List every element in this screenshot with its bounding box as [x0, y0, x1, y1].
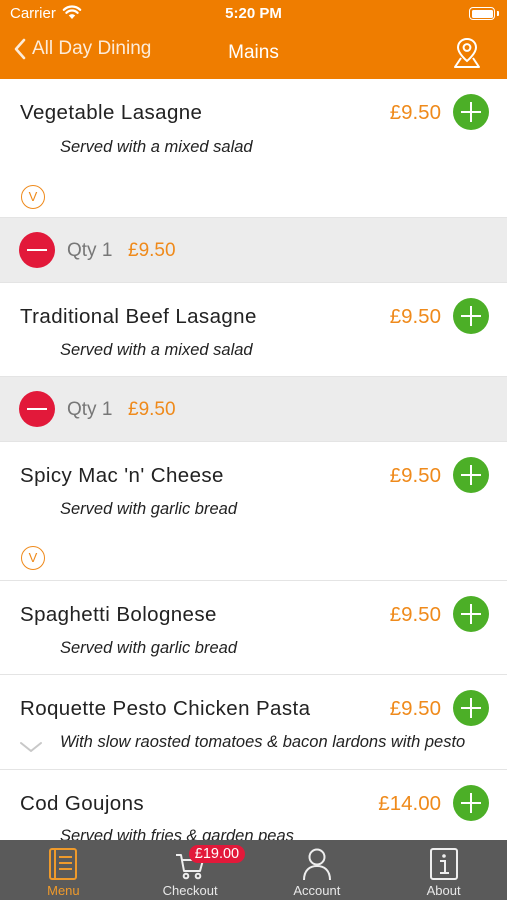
add-button[interactable] [453, 785, 489, 821]
item-price: £9.50 [389, 603, 441, 626]
quantity-price: £9.50 [128, 399, 176, 420]
add-button[interactable] [453, 298, 489, 334]
add-button[interactable] [453, 457, 489, 493]
vegetarian-badge: V [21, 546, 45, 570]
item-description: Served with a mixed salad [60, 341, 253, 359]
item-price: £9.50 [389, 305, 441, 328]
item-description: Served with a mixed salad [60, 138, 253, 156]
menu-item-cod-goujons: Cod Goujons £14.00 Served with fries & g… [0, 770, 507, 840]
info-icon [429, 848, 458, 880]
quantity-price: £9.50 [128, 240, 176, 261]
item-name: Cod Goujons [20, 792, 145, 815]
tab-label: About [426, 883, 461, 898]
item-description: Served with garlic bread [60, 500, 238, 518]
menu-item-traditional-beef-lasagne: Traditional Beef Lasagne £9.50 Served wi… [0, 283, 507, 377]
tab-label: Checkout [162, 883, 218, 898]
expand-chevron-icon[interactable] [19, 740, 43, 754]
status-time: 5:20 PM [225, 5, 282, 22]
user-icon [302, 848, 331, 881]
add-button[interactable] [453, 690, 489, 726]
item-price: £9.50 [389, 464, 441, 487]
remove-button[interactable] [19, 391, 55, 427]
add-button[interactable] [453, 94, 489, 130]
menu-item-roquette-pesto-chicken-pasta: Roquette Pesto Chicken Pasta £9.50 With … [0, 675, 507, 770]
item-description: With slow raosted tomatoes & bacon lardo… [60, 733, 466, 751]
item-description: Served with garlic bread [60, 639, 238, 657]
menu-book-icon [49, 848, 78, 880]
add-button[interactable] [453, 596, 489, 632]
status-bar: Carrier 5:20 PM [0, 0, 507, 28]
tab-about[interactable]: About [380, 840, 507, 900]
map-pin-icon [454, 37, 480, 68]
menu-item-spicy-mac-n-cheese: Spicy Mac 'n' Cheese £9.50 Served with g… [0, 442, 507, 581]
item-name: Roquette Pesto Chicken Pasta [20, 697, 311, 720]
item-name: Spaghetti Bolognese [20, 603, 217, 626]
item-price: £9.50 [389, 697, 441, 720]
item-price: £9.50 [389, 101, 441, 124]
tab-checkout[interactable]: £19.00 Checkout [127, 840, 254, 900]
menu-item-vegetable-lasagne: Vegetable Lasagne £9.50 Served with a mi… [0, 79, 507, 218]
item-description: Served with fries & garden peas [60, 827, 294, 840]
vegetarian-badge: V [21, 185, 45, 209]
cart-quantity-row: Qty 1 £9.50 [0, 377, 507, 442]
item-name: Spicy Mac 'n' Cheese [20, 464, 224, 487]
battery-icon [469, 7, 499, 20]
menu-item-spaghetti-bolognese: Spaghetti Bolognese £9.50 Served with ga… [0, 581, 507, 675]
remove-button[interactable] [19, 232, 55, 268]
tab-label: Account [293, 883, 341, 898]
quantity-label: Qty 1 [67, 399, 113, 420]
nav-bar: All Day Dining Mains [0, 28, 507, 79]
item-name: Traditional Beef Lasagne [20, 305, 257, 328]
cart-quantity-row: Qty 1 £9.50 [0, 218, 507, 283]
menu-list: Vegetable Lasagne £9.50 Served with a mi… [0, 79, 507, 840]
tab-label: Menu [47, 883, 80, 898]
header: Carrier 5:20 PM All Day Dining Mains [0, 0, 507, 79]
page-title: Mains [228, 42, 279, 63]
quantity-label: Qty 1 [67, 240, 113, 261]
tab-menu[interactable]: Menu [0, 840, 127, 900]
item-price: £14.00 [378, 792, 441, 815]
map-button[interactable] [452, 37, 482, 74]
tab-account[interactable]: Account [254, 840, 381, 900]
cart-total-badge: £19.00 [188, 845, 246, 863]
item-name: Vegetable Lasagne [20, 101, 203, 124]
tab-bar: Menu £19.00 Checkout Account About [0, 840, 507, 900]
